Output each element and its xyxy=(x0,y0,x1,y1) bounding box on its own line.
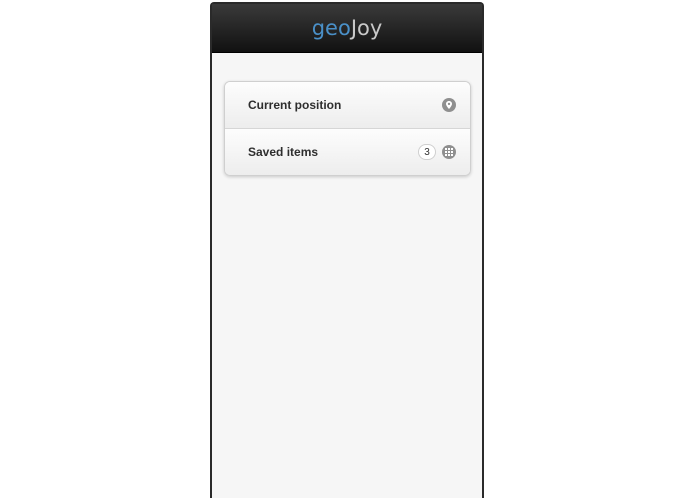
menu-list: Current position Saved items 3 xyxy=(224,81,471,176)
menu-item-label: Saved items xyxy=(248,145,319,159)
app-header: geoJoy xyxy=(212,4,482,53)
location-pin-icon xyxy=(442,98,456,112)
main-content: Current position Saved items 3 xyxy=(212,53,482,498)
logo-geo-text: geo xyxy=(311,16,351,40)
app-logo: geoJoy xyxy=(312,16,383,40)
grid-icon xyxy=(442,145,456,159)
menu-item-current-position[interactable]: Current position xyxy=(225,82,470,128)
phone-frame: geoJoy Current position Saved items 3 xyxy=(210,2,484,498)
menu-item-label: Current position xyxy=(248,98,342,112)
saved-items-count-badge: 3 xyxy=(418,144,436,160)
logo-joy-text: Joy xyxy=(350,16,383,40)
menu-item-saved-items[interactable]: Saved items 3 xyxy=(225,128,470,175)
